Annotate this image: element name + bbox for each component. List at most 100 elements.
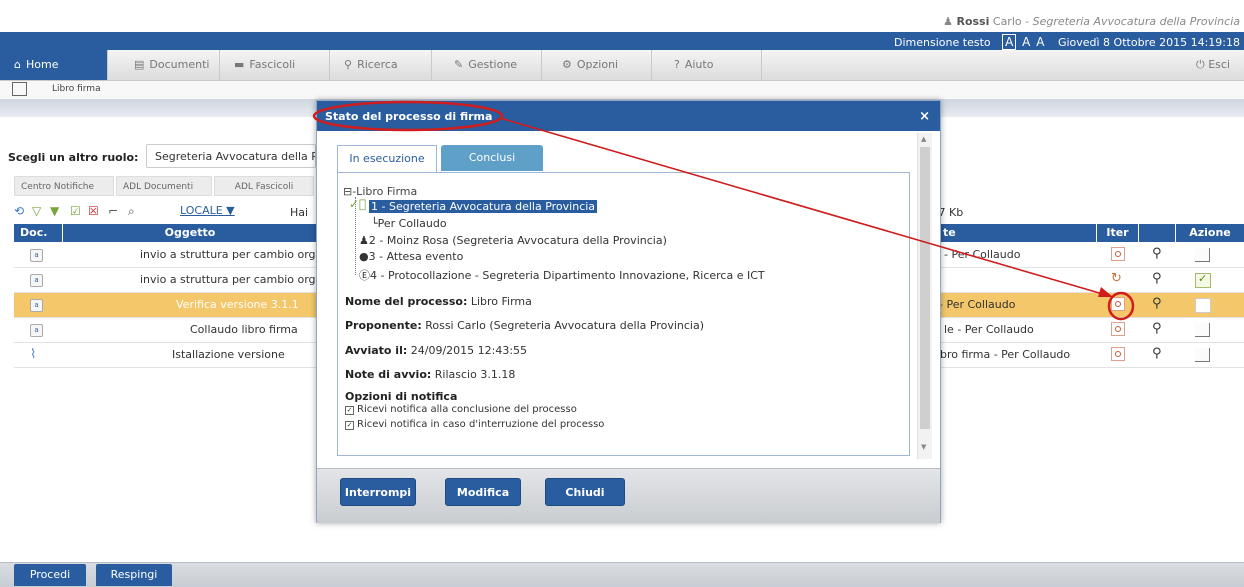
- column-header-note[interactable]: te: [939, 224, 1096, 242]
- nav-tab-label: Home: [25, 58, 59, 71]
- magnifier-icon[interactable]: ⚲: [1152, 321, 1162, 336]
- row-oggetto: Verifica versione 3.1.1: [176, 298, 299, 311]
- user-bar: ♟ Rossi Carlo - Segreteria Avvocatura de…: [0, 0, 1244, 33]
- tree-step-1-sub-label: Per Collaudo: [377, 217, 447, 230]
- home-page-icon[interactable]: [12, 82, 27, 96]
- nav-tab-opzioni[interactable]: ⚙ Opzioni: [542, 50, 652, 80]
- magnifier-icon[interactable]: ⚲: [1152, 246, 1162, 261]
- action-checkbox[interactable]: [1195, 298, 1211, 313]
- magnifier-icon[interactable]: ⚲: [1152, 346, 1162, 361]
- locale-dropdown[interactable]: LOCALE ▼: [180, 204, 235, 217]
- magnifier-icon[interactable]: ⚲: [1152, 296, 1162, 311]
- text-size-small[interactable]: A: [1002, 34, 1017, 50]
- close-icon[interactable]: ×: [919, 109, 930, 124]
- list-toolbar: ⟲ ▽ ▼ ☑ ☒ ⌐ ⌕: [10, 204, 310, 222]
- nav-tab-fascicoli[interactable]: ▬ Fascicoli: [220, 50, 330, 80]
- nav-tab-label: Opzioni: [576, 58, 619, 71]
- checkbox-checked-icon[interactable]: ✓: [345, 406, 354, 415]
- magnifier-icon[interactable]: ⚲: [1152, 271, 1162, 286]
- breadcrumb-current: Libro firma: [52, 84, 101, 94]
- deselect-icon[interactable]: ☒: [88, 204, 99, 218]
- checkbox-icon[interactable]: ⌐: [108, 204, 118, 218]
- notes-value: Rilascio 3.1.18: [434, 368, 516, 381]
- iter-pending-icon[interactable]: ↻: [1111, 271, 1122, 286]
- action-checkbox-checked[interactable]: [1195, 272, 1211, 288]
- document-icon[interactable]: a: [30, 324, 43, 337]
- tree-step-1-sub[interactable]: └Per Collaudo: [371, 217, 447, 230]
- dialog-header: Stato del processo di firma ×: [317, 101, 940, 131]
- process-name-label: Nome del processo:: [345, 295, 468, 308]
- scroll-thumb[interactable]: [920, 147, 930, 429]
- role-label: Scegli un altro ruolo:: [8, 151, 139, 164]
- event-step-icon: ●: [359, 250, 369, 263]
- power-icon: ⏻: [1196, 58, 1209, 71]
- action-checkbox[interactable]: [1195, 248, 1210, 262]
- document-icon: ▤: [134, 58, 145, 71]
- row-note: bro firma - Per Collaudo: [940, 348, 1071, 361]
- scroll-up-icon[interactable]: ▲: [921, 135, 926, 143]
- document-icon[interactable]: a: [30, 299, 43, 312]
- tree-step-3[interactable]: ●3 - Attesa evento: [359, 250, 463, 263]
- text-size-large[interactable]: A: [1036, 35, 1044, 49]
- tab-conclusi[interactable]: Conclusi: [441, 145, 543, 171]
- tree-step-4[interactable]: Ⓔ4 - Protocollazione - Segreteria Dipart…: [359, 267, 765, 283]
- dialog-scrollbar[interactable]: ▲ ▼: [917, 133, 932, 459]
- role-select[interactable]: Segreteria Avvocatura della Pr: [146, 144, 316, 168]
- nav-tab-label: Gestione: [468, 58, 518, 71]
- current-datetime: Giovedì 8 Ottobre 2015 14:19:18: [1057, 36, 1240, 49]
- process-name-line: Nome del processo: Libro Firma: [345, 295, 532, 308]
- refresh-icon[interactable]: ⟲: [14, 204, 24, 218]
- subtab-adl-documenti[interactable]: ADL Documenti: [116, 176, 212, 196]
- row-note: le - Per Collaudo: [944, 323, 1034, 336]
- zoom-icon[interactable]: ⌕: [128, 204, 135, 219]
- notify-option-1[interactable]: ✓ Ricevi notifica alla conclusione del pr…: [345, 404, 577, 415]
- respingi-button[interactable]: Respingi: [96, 564, 172, 586]
- nav-tab-home[interactable]: ⌂ Home: [0, 50, 108, 80]
- nav-tab-documenti[interactable]: ▤ Documenti: [108, 50, 220, 80]
- protocol-step-icon: Ⓔ: [359, 269, 370, 282]
- column-header-oggetto[interactable]: Oggetto: [63, 224, 317, 242]
- select-all-icon[interactable]: ☑: [70, 204, 81, 218]
- column-header-iter[interactable]: Iter: [1097, 224, 1138, 242]
- column-header-doc[interactable]: Doc.: [14, 224, 62, 242]
- iter-icon[interactable]: [1111, 322, 1125, 336]
- iter-icon[interactable]: [1111, 247, 1125, 261]
- notify-option-2[interactable]: ✓ Ricevi notifica in caso d'interruzione …: [345, 419, 604, 430]
- tree-step-1[interactable]: 1 - Segreteria Avvocatura della Provinci…: [369, 200, 598, 213]
- attachment-icon[interactable]: ⌇: [30, 343, 44, 367]
- options-icon: ⚙: [562, 58, 572, 71]
- nav-tab-ricerca[interactable]: ⚲ Ricerca: [330, 50, 432, 80]
- tab-in-esecuzione[interactable]: In esecuzione: [337, 145, 437, 173]
- text-size-selector: A A A: [1000, 34, 1044, 50]
- modifica-button[interactable]: Modifica: [445, 478, 521, 506]
- row-note: - Per Collaudo: [939, 298, 1016, 311]
- pencil-icon: ✎: [454, 58, 464, 71]
- subtab-adl-fascicoli[interactable]: ADL Fascicoli: [214, 176, 314, 196]
- home-icon: ⌂: [14, 58, 21, 71]
- user-first-name: Carlo: [992, 15, 1022, 28]
- document-icon[interactable]: a: [30, 249, 43, 262]
- hai-text: Hai: [290, 206, 309, 219]
- checkbox-checked-icon[interactable]: ✓: [345, 421, 354, 430]
- nav-tab-label: Ricerca: [357, 58, 398, 71]
- chiudi-button[interactable]: Chiudi: [545, 478, 625, 506]
- filter-icon[interactable]: ▽: [32, 204, 41, 218]
- nav-tab-aiuto[interactable]: ? Aiuto: [652, 50, 762, 80]
- tree-step-2[interactable]: ♟2 - Moinz Rosa (Segreteria Avvocatura d…: [359, 234, 667, 247]
- interrompi-button[interactable]: Interrompi: [340, 478, 416, 506]
- iter-icon[interactable]: [1111, 347, 1125, 361]
- row-oggetto: Istallazione versione: [172, 348, 285, 361]
- column-header-azione[interactable]: Azione: [1176, 224, 1244, 242]
- logout-button[interactable]: ⏻ Esci: [1196, 58, 1230, 72]
- iter-icon[interactable]: [1111, 297, 1125, 311]
- nav-tab-gestione[interactable]: ✎ Gestione: [432, 50, 542, 80]
- action-checkbox[interactable]: [1195, 323, 1210, 337]
- notify-option-2-label: Ricevi notifica in caso d'interruzione d…: [357, 419, 605, 430]
- action-checkbox[interactable]: [1195, 348, 1210, 362]
- procedi-button[interactable]: Procedi: [14, 564, 86, 586]
- subtab-notifiche[interactable]: Centro Notifiche: [14, 176, 114, 196]
- scroll-down-icon[interactable]: ▼: [921, 443, 926, 451]
- text-size-medium[interactable]: A: [1022, 35, 1030, 49]
- filter-remove-icon[interactable]: ▼: [50, 204, 59, 218]
- document-icon[interactable]: a: [30, 274, 43, 287]
